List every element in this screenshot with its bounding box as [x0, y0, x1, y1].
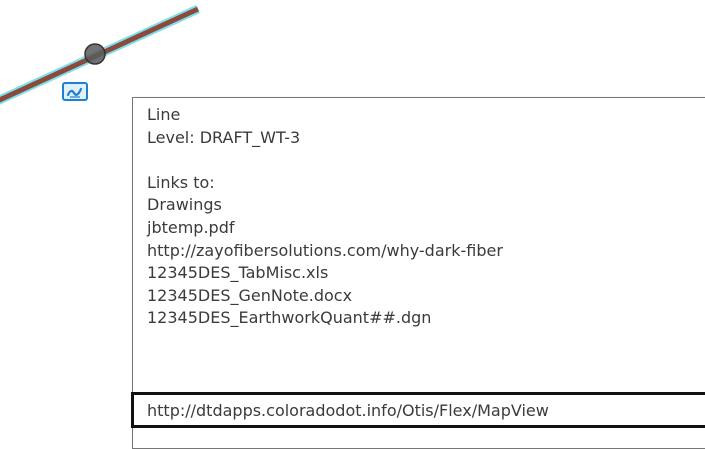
link-badge-icon[interactable] [62, 82, 88, 102]
element-level-label: Level: DRAFT_WT-3 [147, 127, 301, 147]
link-item[interactable]: 12345DES_EarthworkQuant##.dgn [147, 307, 503, 330]
link-item[interactable]: jbtemp.pdf [147, 217, 503, 240]
tooltip-spacer [147, 149, 503, 172]
highlighted-link-label: http://dtdapps.coloradodot.info/Otis/Fle… [147, 401, 549, 420]
link-item[interactable]: 12345DES_GenNote.docx [147, 285, 503, 308]
highlighted-link-item[interactable]: http://dtdapps.coloradodot.info/Otis/Fle… [131, 392, 705, 428]
links-heading: Links to: [147, 172, 215, 192]
link-item[interactable]: Drawings [147, 194, 503, 217]
element-type-label: Line [147, 105, 181, 124]
link-item[interactable]: http://zayofibersolutions.com/why-dark-f… [147, 240, 503, 263]
link-item[interactable]: 12345DES_TabMisc.xls [147, 262, 503, 285]
vertex-snap-point[interactable] [84, 43, 106, 65]
